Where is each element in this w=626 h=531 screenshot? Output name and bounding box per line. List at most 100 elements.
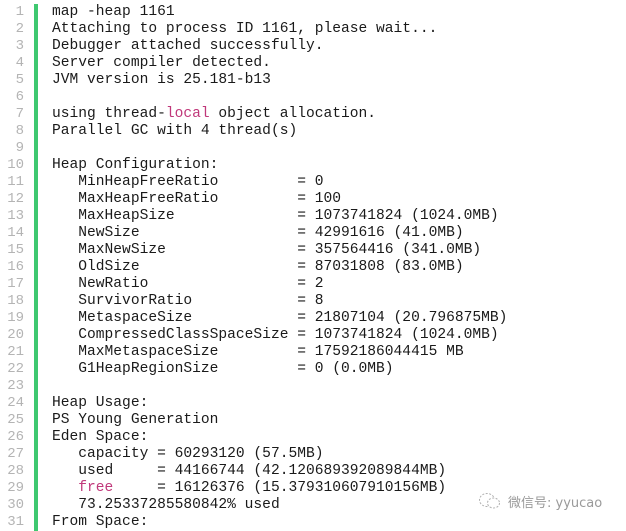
text-token: NewRatio = 2 bbox=[52, 276, 324, 292]
line-number: 30 bbox=[7, 497, 24, 513]
text-token: MaxNewSize = 357564416 (341.0MB) bbox=[52, 242, 482, 258]
code-line: 3 Debugger attached successfully. bbox=[0, 38, 626, 55]
line-text: NewSize = 42991616 (41.0MB) bbox=[52, 225, 464, 242]
line-number: 11 bbox=[7, 174, 24, 190]
code-line: 2 Attaching to process ID 1161, please wa… bbox=[0, 21, 626, 38]
code-editor: 1 map -heap 1161 2 Attaching to process ID … bbox=[0, 0, 626, 531]
text-token: From Space: bbox=[52, 514, 149, 530]
code-line: 8 Parallel GC with 4 thread(s) bbox=[0, 123, 626, 140]
line-number: 18 bbox=[7, 293, 24, 309]
line-text: capacity = 60293120 (57.5MB) bbox=[52, 446, 324, 463]
code-line: 15 MaxNewSize = 357564416 (341.0MB) bbox=[0, 242, 626, 259]
line-text: From Space: bbox=[52, 514, 148, 531]
line-text: MaxMetaspaceSize = 17592186044415 MB bbox=[52, 344, 464, 361]
code-line: 13 MaxHeapSize = 1073741824 (1024.0MB) bbox=[0, 208, 626, 225]
line-text: Parallel GC with 4 thread(s) bbox=[52, 123, 297, 140]
line-text: using thread-local object allocation. bbox=[52, 106, 376, 123]
line-number: 7 bbox=[15, 106, 24, 122]
line-text: NewRatio = 2 bbox=[52, 276, 324, 293]
line-number: 6 bbox=[15, 89, 24, 105]
line-number: 15 bbox=[7, 242, 24, 258]
text-token: MaxHeapFreeRatio = 100 bbox=[52, 191, 342, 207]
code-line: 9 bbox=[0, 140, 626, 157]
text-token: SurvivorRatio = 8 bbox=[52, 293, 324, 309]
watermark-text: 微信号: yyucao bbox=[508, 495, 603, 511]
text-token: MaxHeapSize = 1073741824 (1024.0MB) bbox=[52, 208, 499, 224]
watermark: 微信号: yyucao bbox=[478, 490, 602, 512]
line-number: 16 bbox=[7, 259, 24, 275]
line-text: Eden Space: bbox=[52, 429, 148, 446]
code-line: 10 Heap Configuration: bbox=[0, 157, 626, 174]
code-line: 7 using thread-local object allocation. bbox=[0, 106, 626, 123]
line-number: 27 bbox=[7, 446, 24, 462]
code-line: 28 used = 44166744 (42.120689392089844MB… bbox=[0, 463, 626, 480]
line-text: MetaspaceSize = 21807104 (20.796875MB) bbox=[52, 310, 507, 327]
line-text: used = 44166744 (42.120689392089844MB) bbox=[52, 463, 446, 480]
line-text: Debugger attached successfully. bbox=[52, 38, 324, 55]
code-line: 25 PS Young Generation bbox=[0, 412, 626, 429]
text-token: map -heap 1161 bbox=[52, 4, 175, 20]
code-line: 22 G1HeapRegionSize = 0 (0.0MB) bbox=[0, 361, 626, 378]
code-line: 21 MaxMetaspaceSize = 17592186044415 MB bbox=[0, 344, 626, 361]
line-text: Heap Usage: bbox=[52, 395, 148, 412]
line-number: 21 bbox=[7, 344, 24, 360]
code-line: 12 MaxHeapFreeRatio = 100 bbox=[0, 191, 626, 208]
text-token: JVM version is 25.181-b13 bbox=[52, 72, 271, 88]
line-text: Server compiler detected. bbox=[52, 55, 271, 72]
code-line: 6 bbox=[0, 89, 626, 106]
line-number: 20 bbox=[7, 327, 24, 343]
line-number: 13 bbox=[7, 208, 24, 224]
text-token: object allocation. bbox=[209, 106, 377, 122]
code-line: 14 NewSize = 42991616 (41.0MB) bbox=[0, 225, 626, 242]
text-token: NewSize = 42991616 (41.0MB) bbox=[52, 225, 464, 241]
code-line: 27 capacity = 60293120 (57.5MB) bbox=[0, 446, 626, 463]
code-line: 11 MinHeapFreeRatio = 0 bbox=[0, 174, 626, 191]
line-text: CompressedClassSpaceSize = 1073741824 (1… bbox=[52, 327, 498, 344]
line-number: 5 bbox=[15, 72, 24, 88]
line-text: Heap Configuration: bbox=[52, 157, 218, 174]
text-token: MaxMetaspaceSize = 17592186044415 MB bbox=[52, 344, 464, 360]
line-text: PS Young Generation bbox=[52, 412, 218, 429]
text-token: = 16126376 (15.379310607910156MB) bbox=[113, 480, 447, 496]
line-text: OldSize = 87031808 (83.0MB) bbox=[52, 259, 464, 276]
line-number: 10 bbox=[7, 157, 24, 173]
text-token: G1HeapRegionSize = 0 (0.0MB) bbox=[52, 361, 394, 377]
code-line: 17 NewRatio = 2 bbox=[0, 276, 626, 293]
line-text: free = 16126376 (15.379310607910156MB) bbox=[52, 480, 446, 497]
text-token: Eden Space: bbox=[52, 429, 149, 445]
line-number: 26 bbox=[7, 429, 24, 445]
text-token: Heap Usage: bbox=[52, 395, 149, 411]
line-text: MinHeapFreeRatio = 0 bbox=[52, 174, 324, 191]
line-number: 14 bbox=[7, 225, 24, 241]
text-token: MetaspaceSize = 21807104 (20.796875MB) bbox=[52, 310, 508, 326]
line-text: map -heap 1161 bbox=[52, 4, 175, 21]
code-line: 18 SurvivorRatio = 8 bbox=[0, 293, 626, 310]
line-number: 23 bbox=[7, 378, 24, 394]
code-line: 19 MetaspaceSize = 21807104 (20.796875MB… bbox=[0, 310, 626, 327]
text-token: Heap Configuration: bbox=[52, 157, 219, 173]
line-number: 29 bbox=[7, 480, 24, 496]
text-token: MinHeapFreeRatio = 0 bbox=[52, 174, 324, 190]
code-line: 5 JVM version is 25.181-b13 bbox=[0, 72, 626, 89]
line-number: 2 bbox=[15, 21, 24, 37]
text-token: PS Young Generation bbox=[52, 412, 219, 428]
line-text: SurvivorRatio = 8 bbox=[52, 293, 324, 310]
text-token: Attaching to process ID 1161, please wai… bbox=[52, 21, 438, 37]
text-token: OldSize = 87031808 (83.0MB) bbox=[52, 259, 464, 275]
line-number: 22 bbox=[7, 361, 24, 377]
text-token: 73.25337285580842% used bbox=[52, 497, 280, 513]
code-line: 20 CompressedClassSpaceSize = 1073741824… bbox=[0, 327, 626, 344]
code-line: 24 Heap Usage: bbox=[0, 395, 626, 412]
line-text: 73.25337285580842% used bbox=[52, 497, 280, 514]
line-text: MaxNewSize = 357564416 (341.0MB) bbox=[52, 242, 481, 259]
text-token: capacity = 60293120 (57.5MB) bbox=[52, 446, 324, 462]
line-number: 8 bbox=[15, 123, 24, 139]
text-token: Parallel GC with 4 thread(s) bbox=[52, 123, 298, 139]
text-token: used = 44166744 (42.120689392089844MB) bbox=[52, 463, 447, 479]
line-number: 12 bbox=[7, 191, 24, 207]
line-text: G1HeapRegionSize = 0 (0.0MB) bbox=[52, 361, 394, 378]
code-line: 31 From Space: bbox=[0, 514, 626, 531]
code-line: 23 bbox=[0, 378, 626, 395]
line-number: 17 bbox=[7, 276, 24, 292]
line-number: 19 bbox=[7, 310, 24, 326]
